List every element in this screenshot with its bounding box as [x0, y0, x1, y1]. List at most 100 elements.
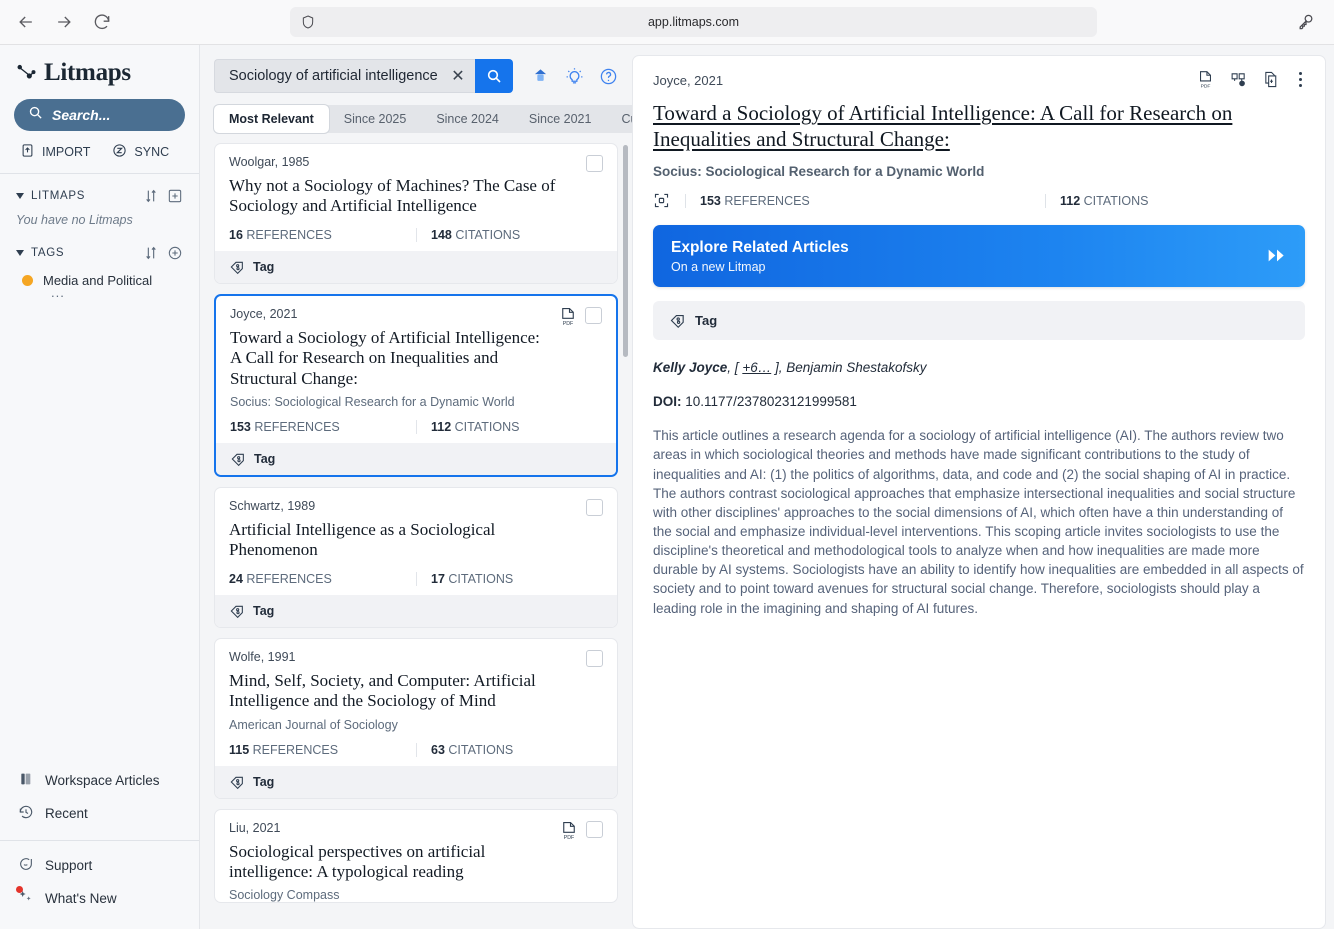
back-arrow-icon[interactable] — [16, 12, 36, 32]
tag-icon — [230, 776, 243, 789]
result-tag-label: Tag — [253, 774, 275, 789]
result-card[interactable]: Liu, 2021 Sociological perspectives on a… — [214, 808, 618, 904]
result-tag-button[interactable]: Tag — [215, 250, 617, 283]
lightbulb-icon[interactable] — [565, 67, 584, 86]
search-icon — [28, 105, 43, 125]
result-tag-button[interactable]: Tag — [215, 594, 617, 627]
focus-article-icon[interactable] — [653, 192, 670, 209]
result-title[interactable]: Sociological perspectives on artificial … — [229, 842, 552, 883]
detail-authors: Kelly Joyce, [ +6… ], Benjamin Shestakof… — [653, 360, 1305, 375]
result-tag-label: Tag — [253, 603, 275, 618]
result-author-year: Woolgar, 1985 — [229, 155, 310, 169]
result-checkbox[interactable] — [586, 155, 603, 172]
sidebar-item-workspace-articles[interactable]: Workspace Articles — [14, 764, 185, 797]
forward-arrow-icon[interactable] — [54, 12, 74, 32]
pdf-icon[interactable]: PDF — [559, 307, 577, 327]
import-label: IMPORT — [42, 145, 91, 159]
doi-value[interactable]: 10.1177/2378023121999581 — [685, 394, 857, 409]
search-results-column: ✕ Mos — [200, 45, 680, 929]
sidebar-tag-overflow[interactable]: ... — [14, 286, 185, 299]
result-title[interactable]: Artificial Intelligence as a Sociologica… — [229, 520, 578, 561]
tags-section-header[interactable]: TAGS — [14, 231, 185, 269]
author-last[interactable]: Benjamin Shestakofsky — [786, 360, 926, 375]
add-square-icon[interactable] — [167, 188, 183, 204]
result-title[interactable]: Mind, Self, Society, and Computer: Artif… — [229, 671, 578, 712]
tag-color-dot — [22, 275, 33, 286]
chevron-down-icon[interactable] — [16, 250, 24, 256]
brand-logo[interactable]: Litmaps — [14, 45, 185, 97]
detail-doi: DOI: 10.1177/2378023121999581 — [653, 394, 1305, 409]
explore-subtitle: On a new Litmap — [671, 259, 766, 274]
pdf-icon[interactable]: PDF — [1197, 70, 1214, 89]
result-card[interactable]: Schwartz, 1989 Artificial Intelligence a… — [214, 486, 618, 628]
tab-since-2025[interactable]: Since 2025 — [329, 105, 422, 133]
result-card-selected[interactable]: Joyce, 2021 Toward a Sociology of Artifi… — [214, 293, 618, 477]
search-submit-button[interactable] — [475, 59, 513, 93]
sync-button[interactable]: SYNC — [112, 143, 169, 161]
article-detail-panel: Joyce, 2021 PDF Toward a Sociology of Ar… — [632, 55, 1326, 929]
result-tag-label: Tag — [253, 259, 275, 274]
address-bar[interactable]: app.litmaps.com — [290, 7, 1097, 37]
help-circle-icon[interactable] — [599, 67, 618, 86]
result-checkbox[interactable] — [586, 820, 603, 838]
copy-doc-icon[interactable] — [1263, 70, 1280, 89]
tab-since-2024[interactable]: Since 2024 — [421, 105, 514, 133]
result-references: 16 REFERENCES — [229, 227, 332, 242]
sidebar-item-support[interactable]: Support — [14, 849, 185, 882]
reload-icon[interactable] — [92, 12, 112, 32]
detail-header: Joyce, 2021 PDF — [653, 70, 1305, 89]
chevron-down-icon[interactable] — [16, 193, 24, 199]
result-checkbox[interactable] — [586, 649, 603, 667]
result-citations: 112 CITATIONS — [416, 419, 602, 434]
add-circle-icon[interactable] — [167, 245, 183, 261]
shield-icon — [300, 14, 316, 30]
sidebar-divider-bottom — [0, 840, 199, 841]
author-lead[interactable]: Kelly Joyce — [653, 360, 727, 375]
explore-title: Explore Related Articles — [671, 238, 849, 256]
sidebar-item-label: What's New — [45, 891, 117, 906]
sort-icon[interactable] — [143, 245, 159, 261]
browser-nav-buttons — [0, 12, 112, 32]
sidebar-item-recent[interactable]: Recent — [14, 797, 185, 830]
result-card[interactable]: Wolfe, 1991 Mind, Self, Society, and Com… — [214, 637, 618, 799]
detail-abstract: This article outlines a research agenda … — [653, 428, 1304, 616]
cite-icon[interactable] — [1230, 70, 1247, 89]
new-litmap-icon[interactable] — [531, 67, 550, 86]
detail-title-link[interactable]: Toward a Sociology of Artificial Intelli… — [653, 101, 1305, 152]
tags-section-title: TAGS — [31, 247, 65, 259]
result-checkbox[interactable] — [586, 498, 603, 516]
result-checkbox[interactable] — [585, 306, 602, 324]
result-author-year: Schwartz, 1989 — [229, 498, 316, 513]
close-icon[interactable]: ✕ — [447, 65, 469, 87]
result-card[interactable]: Woolgar, 1985 Why not a Sociology of Mac… — [214, 143, 618, 284]
results-list[interactable]: Woolgar, 1985 Why not a Sociology of Mac… — [200, 143, 632, 929]
explore-related-articles-button[interactable]: Explore Related Articles On a new Litmap — [653, 225, 1305, 288]
detail-author-year: Joyce, 2021 — [653, 73, 724, 88]
tab-since-2021[interactable]: Since 2021 — [514, 105, 607, 133]
history-icon — [18, 804, 34, 823]
search-row: ✕ — [214, 59, 618, 93]
result-tag-button[interactable]: Tag — [216, 442, 616, 475]
search-tool-icons — [531, 67, 618, 86]
search-box[interactable]: ✕ — [214, 59, 475, 93]
key-icon[interactable] — [1296, 12, 1316, 32]
tab-most-relevant[interactable]: Most Relevant — [214, 105, 329, 133]
detail-journal: Socius: Sociological Research for a Dyna… — [653, 164, 985, 180]
more-options-icon[interactable] — [1296, 72, 1305, 87]
sidebar-tag-item[interactable]: Media and Political — [14, 269, 185, 288]
sort-icon[interactable] — [143, 188, 159, 204]
sidebar-item-whats-new[interactable]: What's New — [14, 882, 185, 915]
litmaps-section-header[interactable]: LITMAPS — [14, 174, 185, 212]
result-title[interactable]: Toward a Sociology of Artificial Intelli… — [230, 328, 551, 389]
search-input[interactable] — [229, 68, 447, 84]
authors-expand-link[interactable]: +6… — [742, 360, 771, 375]
sidebar-action-row: IMPORT SYNC — [14, 131, 185, 173]
sidebar-search-button[interactable]: Search... — [14, 99, 185, 131]
results-scrollbar[interactable] — [623, 145, 628, 357]
result-journal: American Journal of Sociology — [229, 717, 398, 732]
result-title[interactable]: Why not a Sociology of Machines? The Cas… — [229, 176, 578, 217]
detail-tag-button[interactable]: Tag — [653, 301, 1305, 341]
pdf-icon[interactable]: PDF — [560, 821, 578, 841]
import-button[interactable]: IMPORT — [20, 143, 90, 161]
result-tag-button[interactable]: Tag — [215, 765, 617, 798]
